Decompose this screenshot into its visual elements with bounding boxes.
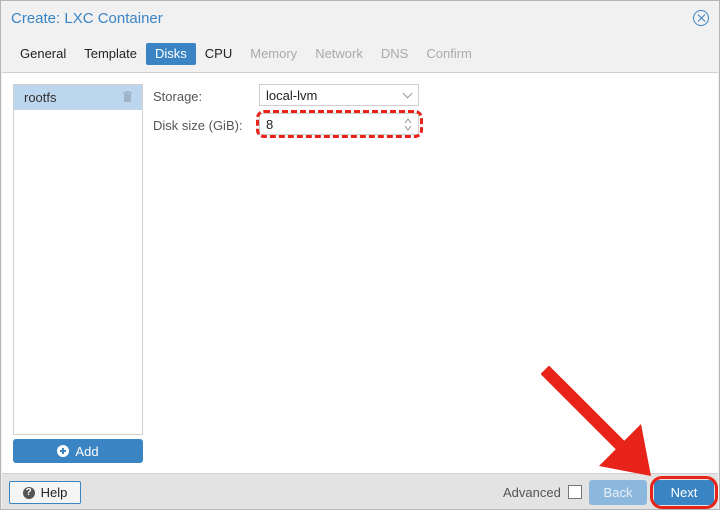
disk-item-label: rootfs [24, 90, 57, 105]
tab-disks[interactable]: Disks [146, 43, 196, 65]
tab-network[interactable]: Network [306, 43, 372, 65]
plus-circle-icon [57, 445, 70, 457]
tab-confirm[interactable]: Confirm [417, 43, 481, 65]
disk-size-highlight-annotation [256, 110, 423, 138]
trash-icon[interactable] [123, 91, 132, 102]
advanced-label: Advanced [503, 485, 561, 500]
add-button-label: Add [75, 443, 99, 459]
help-button[interactable]: ? Help [9, 481, 81, 504]
disk-list: rootfs [13, 84, 143, 435]
storage-label: Storage: [153, 89, 203, 104]
storage-value: local-lvm [266, 87, 318, 103]
dialog-title: Create: LXC Container [11, 10, 163, 27]
storage-select[interactable]: local-lvm [259, 84, 419, 106]
disk-size-label: Disk size (GiB): [153, 118, 243, 133]
tab-memory[interactable]: Memory [241, 43, 306, 65]
question-circle-icon: ? [22, 486, 35, 499]
wizard-tabs: General Template Disks CPU Memory Networ… [11, 43, 481, 65]
lxc-create-dialog: Create: LXC Container General Template D… [0, 0, 720, 510]
disk-item-rootfs[interactable]: rootfs [14, 85, 142, 110]
chevron-down-icon[interactable] [402, 88, 413, 99]
tab-general[interactable]: General [11, 43, 75, 65]
tab-dns[interactable]: DNS [372, 43, 417, 65]
help-label: Help [40, 485, 68, 500]
close-icon[interactable] [693, 10, 709, 26]
tab-template[interactable]: Template [75, 43, 146, 65]
arrow-annotation-icon [541, 366, 651, 476]
back-button[interactable]: Back [589, 480, 647, 505]
advanced-checkbox[interactable] [568, 485, 582, 499]
add-disk-button[interactable]: Add [13, 439, 143, 463]
tab-cpu[interactable]: CPU [196, 43, 241, 65]
